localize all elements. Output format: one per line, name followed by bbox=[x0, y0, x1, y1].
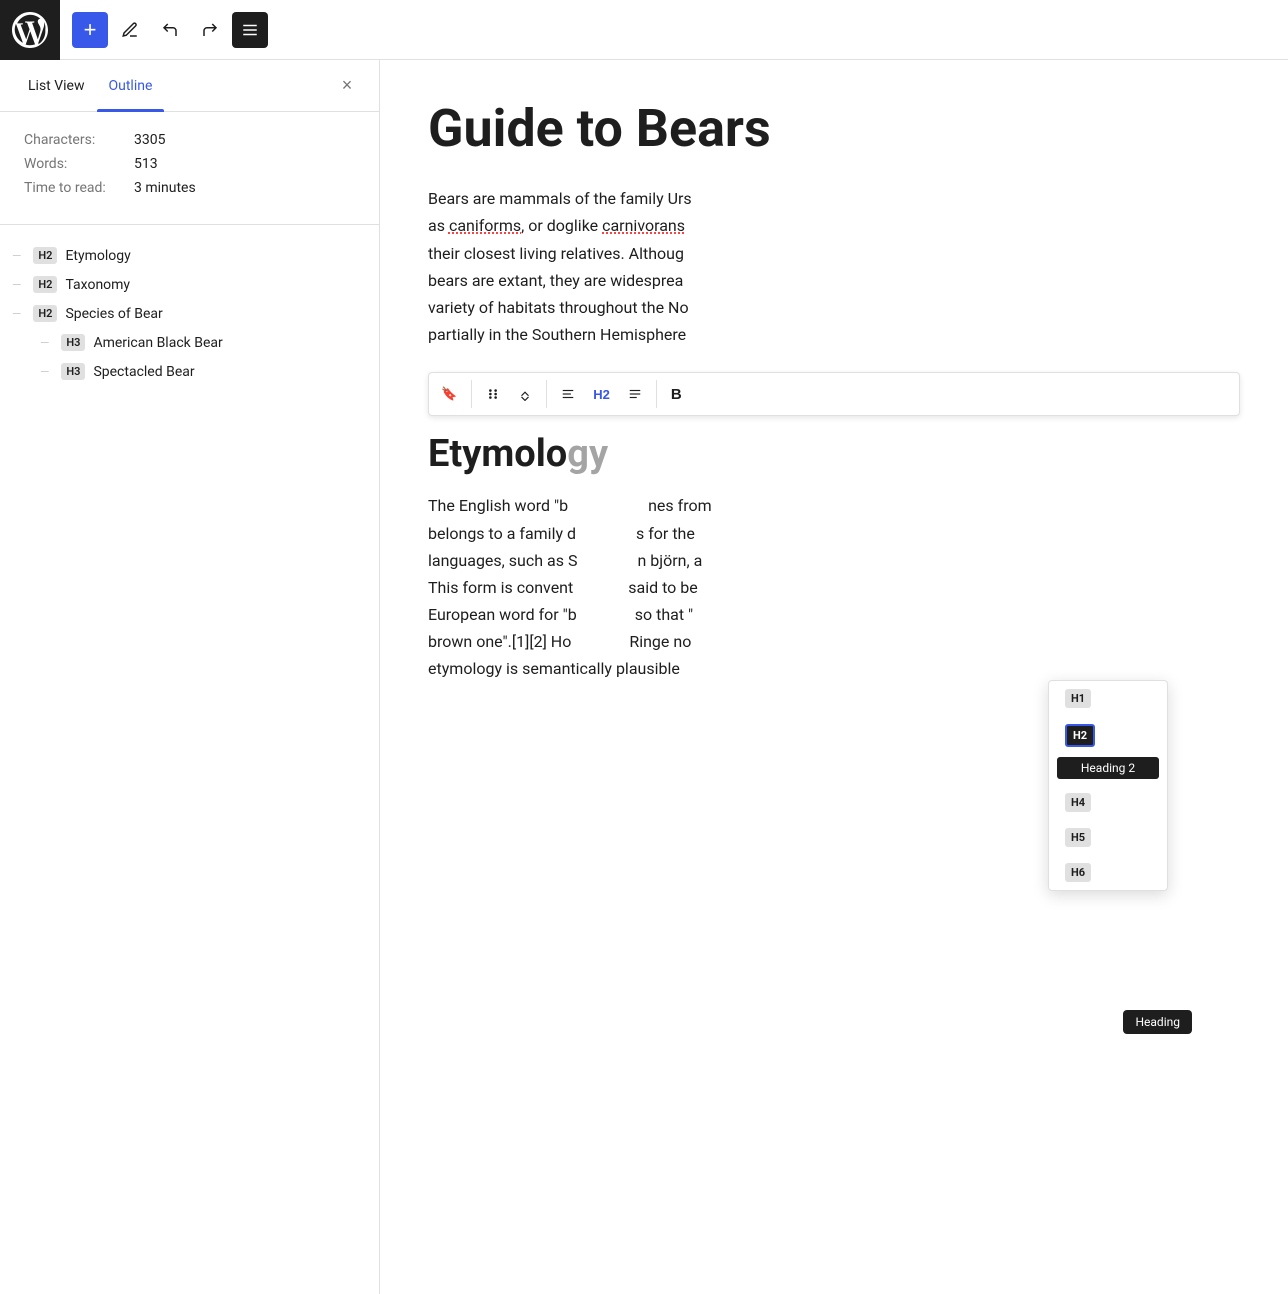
words-value: 513 bbox=[134, 156, 158, 172]
align-button[interactable] bbox=[553, 381, 583, 407]
heading-2-tooltip: Heading 2 bbox=[1057, 757, 1159, 779]
tab-list-view[interactable]: List View bbox=[16, 60, 97, 112]
bookmark-button[interactable]: 🔖 bbox=[433, 380, 465, 408]
toolbar-divider bbox=[546, 380, 547, 408]
time-value: 3 minutes bbox=[134, 180, 196, 196]
document-stats: Characters: 3305 Words: 513 Time to read… bbox=[0, 112, 379, 225]
outline-text: Etymology bbox=[65, 248, 130, 264]
wordpress-icon bbox=[12, 12, 48, 48]
left-panel: List View Outline × Characters: 3305 Wor… bbox=[0, 60, 380, 1294]
align-icon bbox=[561, 387, 575, 401]
hamburger-icon bbox=[241, 21, 259, 39]
toolbar: + bbox=[0, 0, 1288, 60]
outline-text: Taxonomy bbox=[65, 277, 130, 293]
heading-picker-h2[interactable]: H2 bbox=[1049, 716, 1167, 755]
close-panel-button[interactable]: × bbox=[331, 70, 363, 102]
h1-badge: H1 bbox=[1065, 689, 1091, 708]
pencil-icon bbox=[121, 21, 139, 39]
dash-icon: — bbox=[12, 307, 21, 321]
toolbar-divider bbox=[656, 380, 657, 408]
redo-button[interactable] bbox=[192, 12, 228, 48]
heading-badge-h3: H3 bbox=[61, 334, 85, 351]
tab-outline[interactable]: Outline bbox=[97, 60, 165, 112]
wp-logo[interactable] bbox=[0, 0, 60, 60]
block-toolbar: 🔖 H2 B bbox=[428, 372, 1240, 416]
characters-label: Characters: bbox=[24, 132, 134, 148]
toolbar-divider bbox=[471, 380, 472, 408]
redo-icon bbox=[201, 21, 219, 39]
toolbar-buttons: + bbox=[60, 12, 280, 48]
main-layout: List View Outline × Characters: 3305 Wor… bbox=[0, 60, 1288, 1294]
characters-stat: Characters: 3305 bbox=[24, 132, 355, 148]
h2-label: H2 bbox=[593, 387, 610, 402]
menu-button[interactable] bbox=[232, 12, 268, 48]
undo-button[interactable] bbox=[152, 12, 188, 48]
post-title: Guide to Bears bbox=[428, 100, 1240, 157]
h6-badge: H6 bbox=[1065, 863, 1091, 882]
undo-icon bbox=[161, 21, 179, 39]
h2-badge: H2 bbox=[1065, 724, 1095, 747]
heading-tooltip-label: Heading bbox=[1123, 1010, 1192, 1034]
bold-icon: B bbox=[671, 386, 682, 403]
editor-content[interactable]: Guide to Bears Bears are mammals of the … bbox=[380, 60, 1288, 1294]
bookmark-icon: 🔖 bbox=[441, 386, 457, 402]
heading-badge-h2: H2 bbox=[33, 247, 57, 264]
words-stat: Words: 513 bbox=[24, 156, 355, 172]
etymology-heading: Etymology bbox=[428, 432, 1240, 476]
outline-item-etymology[interactable]: — H2 Etymology bbox=[0, 241, 379, 270]
etymology-body: The English word "bnes from belongs to a… bbox=[428, 492, 1240, 682]
outline-item-taxonomy[interactable]: — H2 Taxonomy bbox=[0, 270, 379, 299]
heading-picker-h5[interactable]: H5 bbox=[1049, 820, 1167, 855]
heading-picker-h1[interactable]: H1 bbox=[1049, 681, 1167, 716]
time-label: Time to read: bbox=[24, 180, 134, 196]
edit-mode-button[interactable] bbox=[112, 12, 148, 48]
drag-icon bbox=[486, 387, 500, 401]
outline-list: — H2 Etymology — H2 Taxonomy — H2 Specie… bbox=[0, 225, 379, 1294]
outline-text: Species of Bear bbox=[65, 306, 162, 322]
outline-item-species[interactable]: — H2 Species of Bear bbox=[0, 299, 379, 328]
dash-icon: — bbox=[12, 278, 21, 292]
dash-icon: — bbox=[40, 336, 49, 350]
h4-badge: H4 bbox=[1065, 793, 1091, 812]
drag-handle-button[interactable] bbox=[478, 381, 508, 407]
outline-text: American Black Bear bbox=[93, 335, 222, 351]
dash-icon: — bbox=[12, 249, 21, 263]
move-up-down-button[interactable] bbox=[510, 381, 540, 407]
chevron-updown-icon bbox=[518, 387, 532, 401]
characters-value: 3305 bbox=[134, 132, 165, 148]
heading-badge-h2: H2 bbox=[33, 305, 57, 322]
heading-picker-h4[interactable]: H4 bbox=[1049, 785, 1167, 820]
dash-icon: — bbox=[40, 365, 49, 379]
text-align-button[interactable] bbox=[620, 381, 650, 407]
heading-badge-h2: H2 bbox=[33, 276, 57, 293]
outline-item-spectacled-bear[interactable]: — H3 Spectacled Bear bbox=[0, 357, 379, 386]
words-label: Words: bbox=[24, 156, 134, 172]
add-block-button[interactable]: + bbox=[72, 12, 108, 48]
time-stat: Time to read: 3 minutes bbox=[24, 180, 355, 196]
text-align-icon bbox=[628, 387, 642, 401]
heading-level-button[interactable]: H2 bbox=[585, 381, 618, 408]
outline-item-american-black-bear[interactable]: — H3 American Black Bear bbox=[0, 328, 379, 357]
outline-text: Spectacled Bear bbox=[93, 364, 194, 380]
bold-button[interactable]: B bbox=[663, 380, 690, 409]
caniforms-word: caniforms bbox=[449, 216, 521, 235]
heading-picker-popup: H1 H2 Heading 2 H4 H5 H6 bbox=[1048, 680, 1168, 891]
heading-picker-h6[interactable]: H6 bbox=[1049, 855, 1167, 890]
heading-badge-h3: H3 bbox=[61, 363, 85, 380]
h5-badge: H5 bbox=[1065, 828, 1091, 847]
carnivorans-word: carnivorans bbox=[602, 216, 685, 235]
intro-paragraph: Bears are mammals of the family Urs as c… bbox=[428, 185, 1240, 348]
tabs-bar: List View Outline × bbox=[0, 60, 379, 112]
